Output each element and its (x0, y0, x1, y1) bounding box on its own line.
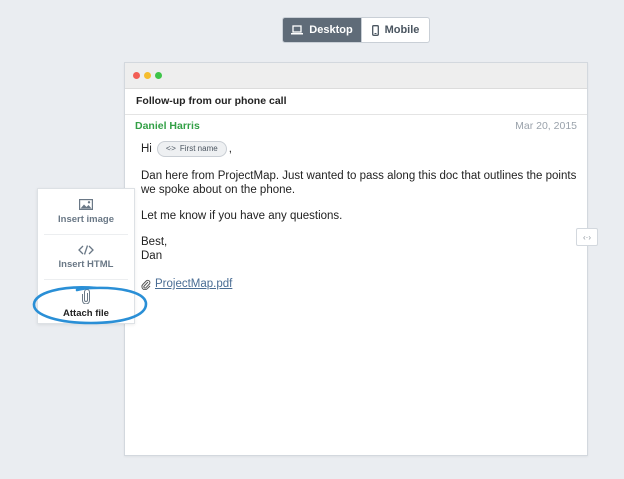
menu-divider (44, 234, 128, 235)
first-name-merge-tag[interactable]: <·> First name (156, 141, 227, 157)
window-titlebar (125, 63, 587, 89)
attachment-row: ProjectMap.pdf (141, 277, 581, 291)
email-paragraph-1: Dan here from ProjectMap. Just wanted to… (141, 170, 577, 196)
merge-tag-label: First name (179, 144, 218, 153)
insert-html-menu-item[interactable]: Insert HTML (38, 245, 134, 270)
laptop-icon (291, 25, 304, 35)
email-sender: Daniel Harris (135, 120, 200, 132)
paperclip-icon (141, 279, 151, 290)
email-paragraph-2: Let me know if you have any questions. (141, 210, 343, 222)
resize-handle[interactable]: ‹·› (576, 228, 598, 246)
code-icon (78, 245, 94, 255)
device-toggle: Desktop Mobile (282, 17, 430, 43)
email-subject: Follow-up from our phone call (125, 89, 587, 115)
menu-divider (44, 279, 128, 280)
image-icon (79, 199, 93, 210)
minimize-window-dot (144, 72, 151, 79)
close-window-dot (133, 72, 140, 79)
mobile-toggle-button[interactable]: Mobile (361, 18, 429, 42)
paperclip-icon (82, 289, 90, 304)
phone-icon (371, 24, 379, 36)
insert-image-label: Insert image (58, 214, 114, 225)
insert-image-menu-item[interactable]: Insert image (38, 199, 134, 225)
greeting-line: Hi <·> First name , (141, 141, 581, 157)
maximize-window-dot (155, 72, 162, 79)
insert-html-label: Insert HTML (58, 259, 114, 270)
attachment-link[interactable]: ProjectMap.pdf (155, 277, 232, 291)
email-preview-stage: Desktop Mobile Follow-up from our phone … (0, 0, 624, 479)
email-signoff: Best, Dan (141, 235, 581, 263)
mobile-toggle-label: Mobile (384, 24, 420, 36)
greeting-suffix: , (228, 143, 232, 155)
email-meta: Daniel Harris Mar 20, 2015 (125, 115, 587, 137)
email-body: Hi <·> First name , Dan here from Projec… (141, 141, 581, 291)
expand-arrows-icon: ‹·› (583, 232, 591, 242)
code-icon: <·> (165, 144, 176, 153)
insert-menu: Insert image Insert HTML Attach file (37, 188, 135, 324)
signoff-line-2: Dan (141, 250, 163, 262)
greeting-text: Hi (141, 143, 152, 155)
signoff-line-1: Best, (141, 236, 168, 248)
desktop-toggle-label: Desktop (309, 24, 353, 36)
desktop-toggle-button[interactable]: Desktop (283, 18, 361, 42)
email-preview-window: Follow-up from our phone call Daniel Har… (124, 62, 588, 456)
attach-file-menu-item[interactable]: Attach file (38, 289, 134, 319)
attach-file-label: Attach file (63, 308, 109, 319)
email-date: Mar 20, 2015 (515, 120, 577, 132)
